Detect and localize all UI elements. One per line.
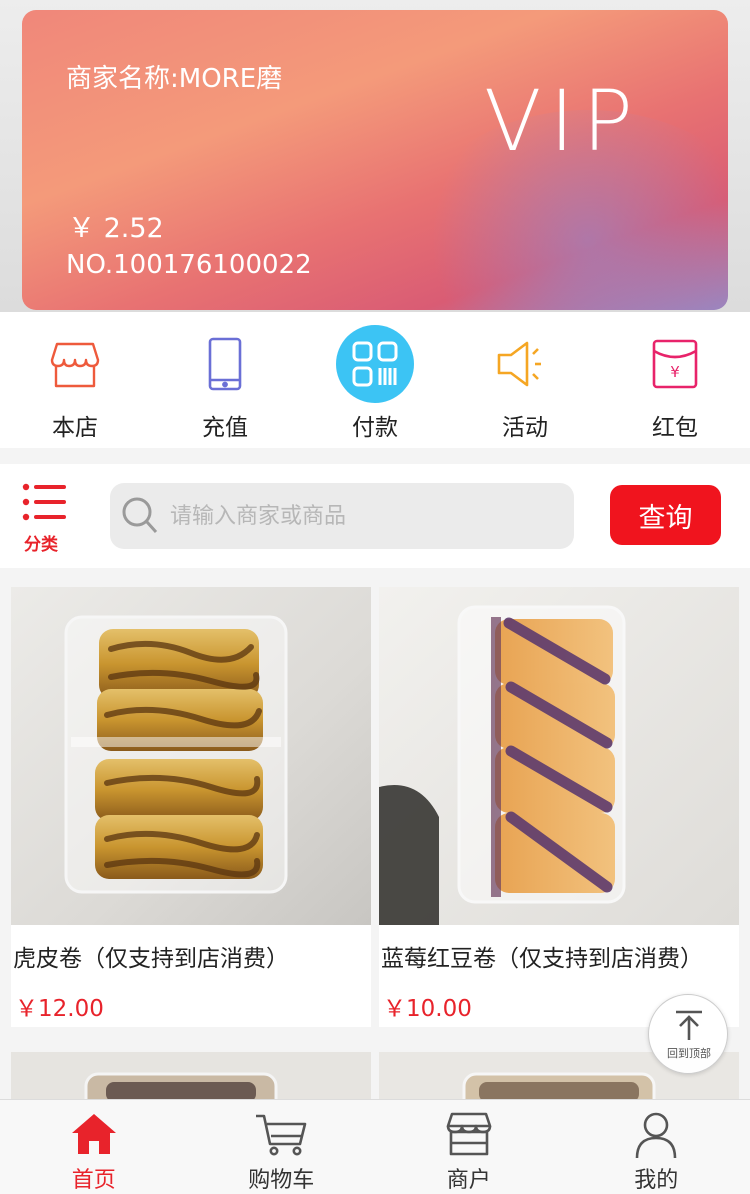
tab-cart[interactable]: 购物车 [188,1100,376,1194]
list-icon [22,483,66,521]
svg-text:¥: ¥ [670,363,680,381]
user-icon [563,1110,750,1162]
product-name: 蓝莓红豆卷（仅支持到店消费） [381,946,703,972]
vip-badge: VIP [484,72,641,170]
tab-mine[interactable]: 我的 [563,1100,750,1194]
product-card[interactable]: 蓝莓红豆卷（仅支持到店消费） ￥10.00 [379,587,739,1027]
tab-home[interactable]: 首页 [0,1100,188,1194]
category-label: 分类 [24,535,58,555]
vip-card-section: 商家名称:MORE磨 VIP ￥ 2.52 NO.100176100022 [0,0,750,312]
card-balance: ￥ 2.52 [68,213,164,244]
red-envelope-icon: ¥ [635,324,715,404]
product-image[interactable] [379,587,739,925]
merchant-name: 商家名称:MORE磨 [66,64,283,94]
quick-label-store: 本店 [52,415,98,441]
quick-item-recharge[interactable]: 充值 [150,312,300,448]
category-button[interactable]: 分类 [20,482,76,555]
product-image[interactable] [11,587,371,925]
back-to-top-button[interactable]: 回到顶部 [648,994,728,1074]
arrow-up-icon [676,1010,702,1040]
tab-merchant[interactable]: 商户 [375,1100,563,1194]
product-price: ￥12.00 [15,996,104,1022]
query-button[interactable]: 查询 [610,485,721,545]
quick-label-pay: 付款 [352,415,398,441]
quick-item-store[interactable]: 本店 [0,312,150,448]
bottom-tab-bar: 首页 购物车 商户 我的 [0,1099,750,1194]
home-icon [0,1110,188,1162]
quick-label-recharge: 充值 [202,415,248,441]
product-name: 虎皮卷（仅支持到店消费） [13,946,289,972]
product-card[interactable] [11,1052,371,1099]
product-image[interactable] [11,1052,371,1099]
shop-icon [375,1110,563,1162]
qr-scan-icon [335,324,415,404]
quick-item-activity[interactable]: 活动 [450,312,600,448]
product-card[interactable]: 虎皮卷（仅支持到店消费） ￥12.00 [11,587,371,1027]
tab-cart-label: 购物车 [248,1168,315,1193]
quick-item-redpacket[interactable]: ¥ 红包 [600,312,750,448]
vip-card[interactable]: 商家名称:MORE磨 VIP ￥ 2.52 NO.100176100022 [22,10,728,310]
tab-merchant-label: 商户 [446,1168,491,1193]
cart-icon [188,1110,376,1162]
tab-home-label: 首页 [71,1168,116,1193]
search-input[interactable] [170,483,560,549]
quick-menu: 本店 充值 付款 活动 ¥ 红包 [0,312,750,448]
product-price: ￥10.00 [383,996,472,1022]
storefront-icon [35,324,115,404]
quick-label-activity: 活动 [502,415,548,441]
search-box[interactable] [110,483,574,549]
megaphone-icon [485,324,565,404]
search-icon [122,497,158,534]
quick-item-pay[interactable]: 付款 [300,312,450,448]
card-number: NO.100176100022 [66,250,312,280]
back-to-top-label: 回到顶部 [667,1047,711,1060]
phone-icon [185,324,265,404]
quick-label-redpacket: 红包 [652,415,698,441]
search-bar: 分类 查询 [0,464,750,568]
tab-mine-label: 我的 [634,1168,679,1193]
